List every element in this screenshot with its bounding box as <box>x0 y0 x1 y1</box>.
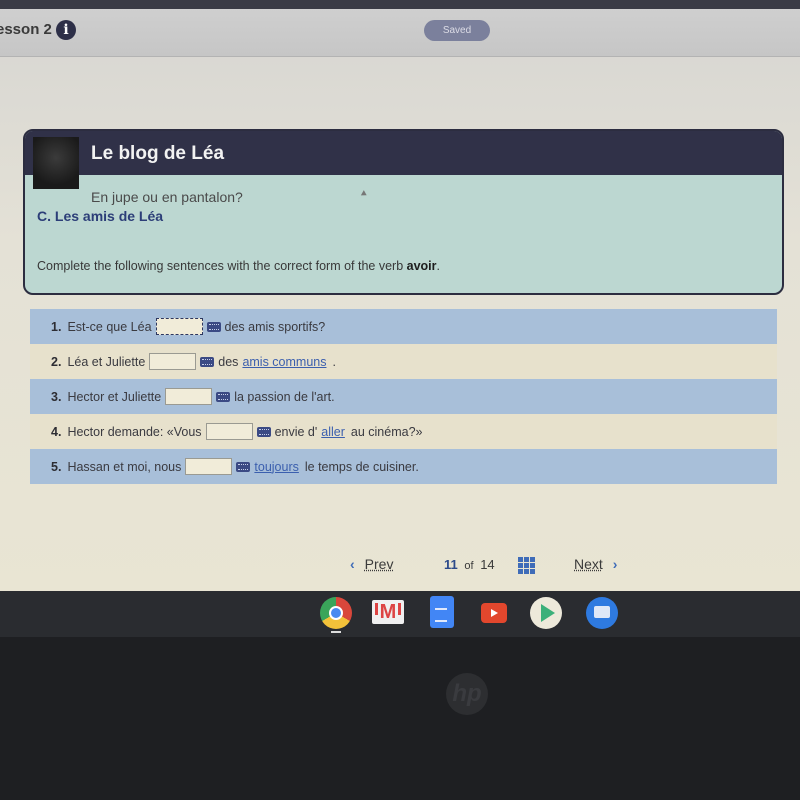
blog-title: Le blog de Léa <box>91 143 225 164</box>
answer-input[interactable] <box>155 318 203 335</box>
instruction-verb: avoir <box>406 259 437 273</box>
instruction-period: . <box>436 259 440 273</box>
pagination: ‹ Prev 11 of 14 Next › <box>350 554 640 578</box>
grid-view-icon[interactable] <box>518 557 535 574</box>
os-shelf <box>0 591 800 637</box>
docs-icon[interactable] <box>430 596 454 628</box>
top-bezel <box>0 0 800 9</box>
next-button[interactable]: Next › <box>574 556 617 572</box>
answer-input[interactable] <box>149 353 197 370</box>
sentence-end: des amis sportifs? <box>224 319 326 334</box>
exercise-number: 2. <box>51 354 62 369</box>
keyboard-icon[interactable] <box>216 391 231 402</box>
instructions: Complete the following sentences with th… <box>37 259 440 273</box>
sentence-end: . <box>332 354 336 369</box>
exercise-row: 5. Hassan et moi, nous toujours le temps… <box>30 449 777 484</box>
keyboard-icon[interactable] <box>236 461 251 472</box>
answer-input[interactable] <box>185 458 233 475</box>
sentence-middle: des <box>218 354 239 369</box>
hp-logo-icon: hp <box>446 673 488 715</box>
exercise-row: 2. Léa et Juliette des amis communs . <box>30 344 777 379</box>
current-page: 11 <box>444 557 458 572</box>
sentence-middle: envie d' <box>274 424 318 439</box>
prev-label: Prev <box>364 556 394 572</box>
lesson-title: esson 2 <box>0 21 52 38</box>
exercise-number: 5. <box>51 459 62 474</box>
exercise-row: 4. Hector demande: «Vous envie d' aller … <box>30 414 777 449</box>
keyboard-icon[interactable] <box>256 426 271 437</box>
blog-avatar <box>33 137 79 189</box>
exercise-number: 1. <box>51 319 62 334</box>
gmail-icon[interactable] <box>372 600 404 624</box>
keyboard-icon[interactable] <box>200 356 215 367</box>
header-bar: esson 2 i Saved <box>0 9 800 57</box>
total-pages: 14 <box>480 557 495 572</box>
saved-status-badge: Saved <box>424 20 490 41</box>
exercise-list: 1. Est-ce que Léa des amis sportifs? 2. … <box>30 309 777 484</box>
keyboard-icon[interactable] <box>206 321 221 332</box>
sentence-end: le temps de cuisiner. <box>304 459 419 474</box>
instruction-text: Complete the following sentences with th… <box>37 259 407 273</box>
exercise-number: 3. <box>51 389 62 404</box>
sentence-start: Hassan et moi, nous <box>67 459 182 474</box>
vocab-link[interactable]: amis communs <box>242 355 332 369</box>
prev-button[interactable]: ‹ Prev <box>350 556 393 572</box>
screen: esson 2 i Saved Le blog de Léa En jupe o… <box>0 9 800 591</box>
answer-input[interactable] <box>205 423 253 440</box>
play-store-icon[interactable] <box>530 597 562 629</box>
activity-card: Le blog de Léa En jupe ou en pantalon? C… <box>23 129 784 295</box>
chrome-icon[interactable] <box>320 597 352 629</box>
page-counter: 11 of 14 <box>444 557 495 572</box>
answer-input[interactable] <box>165 388 213 405</box>
sentence-start: Hector et Juliette <box>67 389 162 404</box>
next-label: Next <box>574 556 603 572</box>
blog-subtitle: En jupe ou en pantalon? <box>91 189 243 205</box>
youtube-icon[interactable] <box>481 603 507 623</box>
chevron-right-icon: › <box>612 556 618 572</box>
chevron-left-icon: ‹ <box>350 556 355 572</box>
section-title: C. Les amis de Léa <box>37 208 164 224</box>
vocab-link[interactable]: aller <box>321 425 351 439</box>
sentence-start: Est-ce que Léa <box>67 319 152 334</box>
messages-icon[interactable] <box>586 597 618 629</box>
exercise-number: 4. <box>51 424 62 439</box>
sentence-end: au cinéma?» <box>350 424 423 439</box>
of-label: of <box>464 560 474 572</box>
sentence-start: Léa et Juliette <box>67 354 146 369</box>
active-app-indicator <box>331 631 341 633</box>
exercise-row: 3. Hector et Juliette la passion de l'ar… <box>30 379 777 414</box>
exercise-row: 1. Est-ce que Léa des amis sportifs? <box>30 309 777 344</box>
info-icon[interactable]: i <box>56 20 76 40</box>
sentence-start: Hector demande: «Vous <box>67 424 202 439</box>
sentence-end: la passion de l'art. <box>234 389 335 404</box>
vocab-link[interactable]: toujours <box>254 460 304 474</box>
